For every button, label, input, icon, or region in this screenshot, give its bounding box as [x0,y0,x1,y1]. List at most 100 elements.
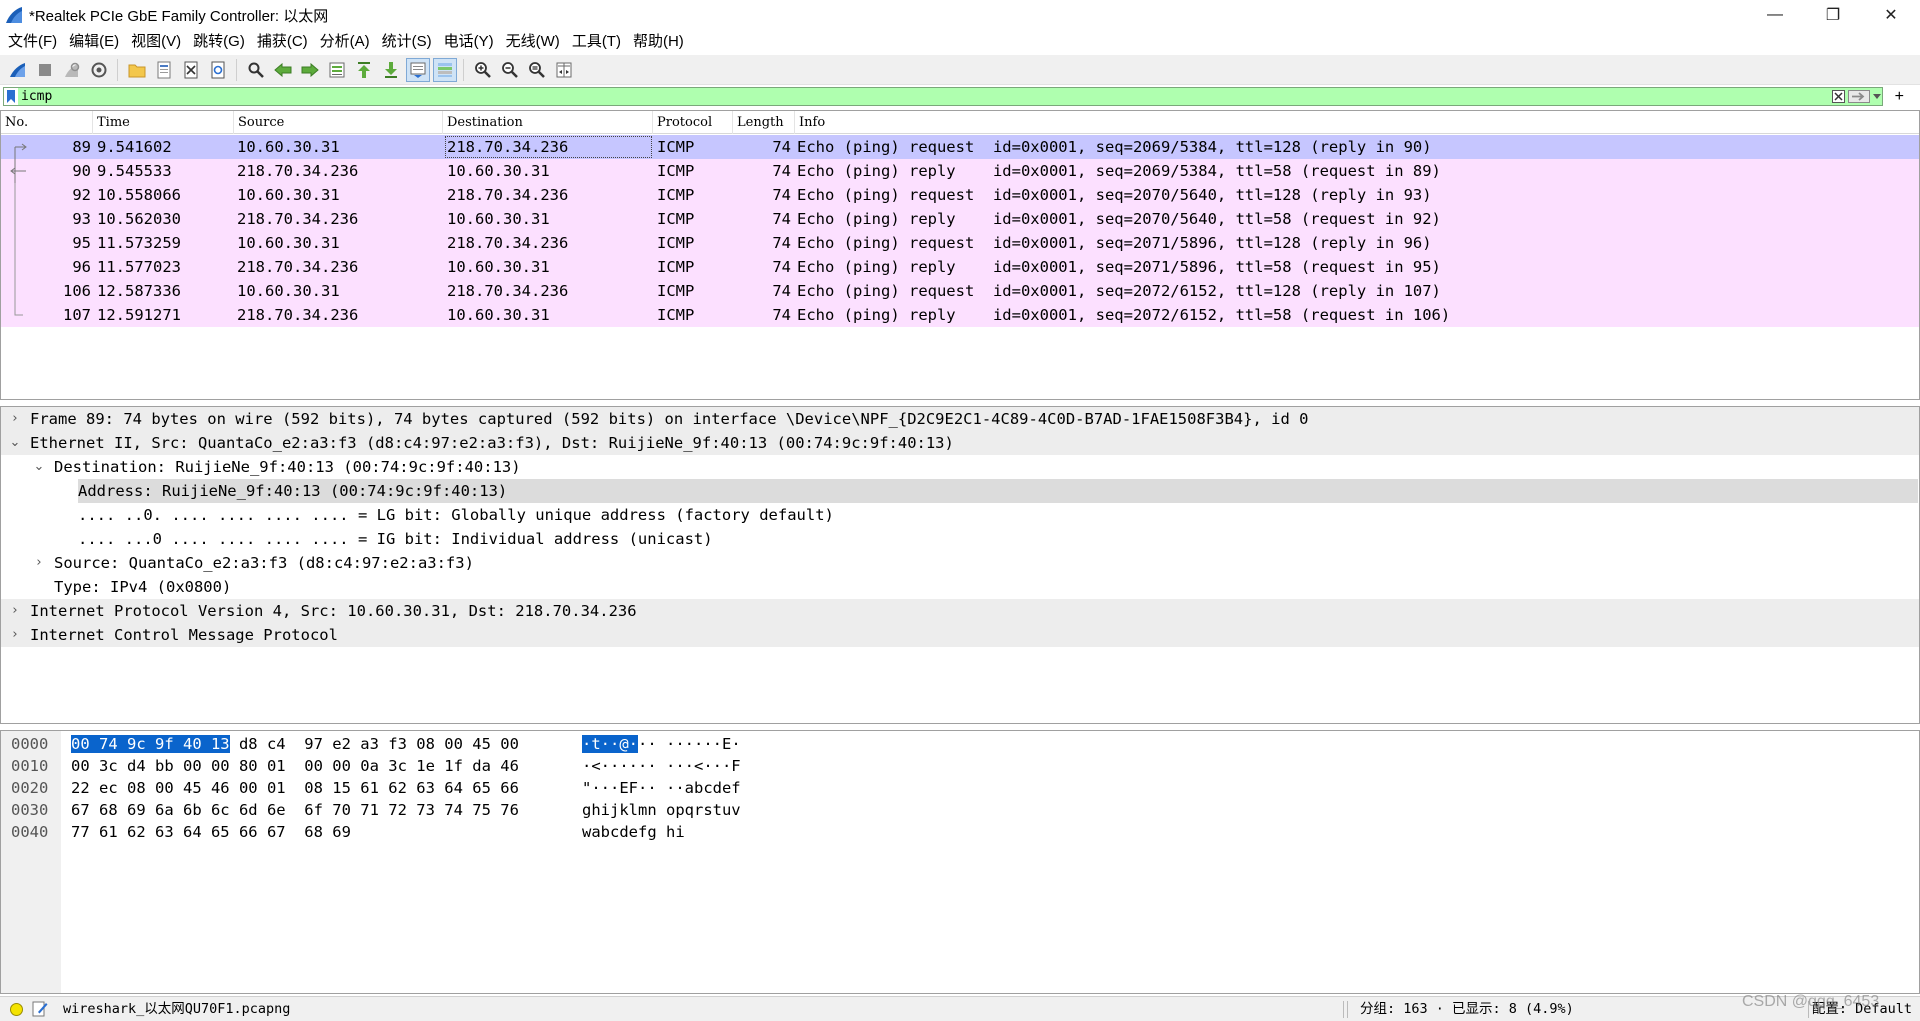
collapse-arrow-icon[interactable]: ⌄ [32,455,46,479]
packet-row[interactable]: 95 11.573259 10.60.30.31 218.70.34.236 I… [1,231,1919,255]
packet-list-pane[interactable]: No. Time Source Destination Protocol Len… [0,110,1920,400]
detail-tree-item-icmp[interactable]: › Internet Control Message Protocol [1,623,1919,647]
shark-start-icon[interactable] [6,58,30,82]
stop-icon[interactable] [33,58,57,82]
expand-arrow-icon[interactable]: › [8,599,22,623]
menu-capture[interactable]: 捕获(C) [251,30,314,54]
main-toolbar [0,55,1920,85]
hex-dump-line[interactable]: 00 3c d4 bb 00 00 80 01 00 00 0a 3c 1e 1… [71,755,519,777]
packet-length: 74 [772,186,791,204]
menu-view[interactable]: 视图(V) [125,30,187,54]
packet-row[interactable]: 93 10.562030 218.70.34.236 10.60.30.31 I… [1,207,1919,231]
detail-tree-item-frame[interactable]: › Frame 89: 74 bytes on wire (592 bits),… [1,407,1919,431]
autoscroll-icon[interactable] [405,57,430,82]
expand-arrow-icon[interactable]: › [8,407,22,431]
restore-button[interactable]: ❐ [1804,0,1862,30]
packet-row[interactable]: 89 9.541602 10.60.30.31 218.70.34.236 IC… [1,135,1919,159]
go-to-packet-icon[interactable] [325,58,349,82]
menu-file[interactable]: 文件(F) [2,30,63,54]
go-forward-icon[interactable] [298,58,322,82]
packet-info: Echo (ping) reply id=0x0001, seq=2070/56… [797,210,1441,228]
colorize-icon[interactable] [432,57,457,82]
menu-help[interactable]: 帮助(H) [627,30,690,54]
close-button[interactable]: ✕ [1862,0,1920,30]
detail-tree-item-lg-bit[interactable]: .... ..0. .... .... .... .... = LG bit: … [1,503,1919,527]
menu-analyze[interactable]: 分析(A) [314,30,376,54]
packet-source: 218.70.34.236 [237,162,359,180]
detail-tree-item-ipv4[interactable]: › Internet Protocol Version 4, Src: 10.6… [1,599,1919,623]
column-header-no[interactable]: No. [1,111,93,134]
capture-file-name[interactable]: wireshark_以太网QU70F1.pcapng [63,997,290,1021]
menu-telephony[interactable]: 电话(Y) [438,30,500,54]
detail-tree-item-destination[interactable]: ⌄ Destination: RuijieNe_9f:40:13 (00:74:… [1,455,1919,479]
resize-columns-icon[interactable] [552,58,576,82]
apply-arrow-icon[interactable] [1848,89,1870,104]
clear-icon[interactable] [1830,89,1846,104]
zoom-out-icon[interactable] [498,58,522,82]
collapse-arrow-icon[interactable]: ⌄ [8,431,22,455]
ascii-dump-line[interactable]: "···EF·· ··abcdef [582,777,741,799]
packet-details-pane[interactable]: › Frame 89: 74 bytes on wire (592 bits),… [0,406,1920,724]
hex-dump-line[interactable]: 67 68 69 6a 6b 6c 6d 6e 6f 70 71 72 73 7… [71,799,519,821]
capture-options-icon[interactable] [87,58,111,82]
normal-size-icon[interactable] [525,58,549,82]
bookmark-icon[interactable] [4,88,18,105]
display-filter-field[interactable] [3,87,1883,106]
menu-wireless[interactable]: 无线(W) [500,30,566,54]
column-header-info[interactable]: Info [795,111,1919,134]
menu-statistics[interactable]: 统计(S) [376,30,438,54]
packet-row[interactable]: 107 12.591271 218.70.34.236 10.60.30.31 … [1,303,1919,327]
ascii-dump-line[interactable]: ·<······ ···<···F [582,755,741,777]
column-header-destination[interactable]: Destination [443,111,653,134]
add-filter-button[interactable]: + [1895,86,1904,108]
close-file-icon[interactable] [179,58,203,82]
column-header-source[interactable]: Source [234,111,443,134]
zoom-in-icon[interactable] [471,58,495,82]
expand-arrow-icon[interactable]: › [32,551,46,575]
packet-row[interactable]: 106 12.587336 10.60.30.31 218.70.34.236 … [1,279,1919,303]
menu-go[interactable]: 跳转(G) [187,30,251,54]
minimize-button[interactable]: — [1746,0,1804,30]
column-header-time[interactable]: Time [93,111,234,134]
last-packet-icon[interactable] [379,58,403,82]
detail-text: .... ..0. .... .... .... .... = LG bit: … [78,506,834,524]
open-folder-icon[interactable] [125,58,149,82]
detail-tree-item-ethernet[interactable]: ⌄ Ethernet II, Src: QuantaCo_e2:a3:f3 (d… [1,431,1919,455]
display-filter-input[interactable] [18,88,1798,105]
ascii-dump-line[interactable]: ·t··@··· ······E· [582,733,741,755]
open-recent-icon[interactable] [152,58,176,82]
reload-icon[interactable] [206,58,230,82]
expand-arrow-icon[interactable]: › [8,623,22,647]
column-header-protocol[interactable]: Protocol [653,111,733,134]
capture-comment-icon[interactable] [32,1000,48,1018]
hex-dump-line[interactable]: 77 61 62 63 64 65 66 67 68 69 [71,821,351,843]
chevron-down-icon[interactable] [1872,89,1882,104]
menu-edit[interactable]: 编辑(E) [63,30,125,54]
first-packet-icon[interactable] [352,58,376,82]
detail-text: Ethernet II, Src: QuantaCo_e2:a3:f3 (d8:… [30,434,954,452]
menu-tools[interactable]: 工具(T) [566,30,627,54]
detail-tree-item-ig-bit[interactable]: .... ...0 .... .... .... .... = IG bit: … [1,527,1919,551]
ascii-dump-line[interactable]: ghijklmn opqrstuv [582,799,741,821]
hex-text: d8 c4 97 e2 a3 f3 08 00 45 00 [229,735,519,753]
packet-row[interactable]: 96 11.577023 218.70.34.236 10.60.30.31 I… [1,255,1919,279]
packet-row[interactable]: 90 9.545533 218.70.34.236 10.60.30.31 IC… [1,159,1919,183]
detail-tree-item-source[interactable]: › Source: QuantaCo_e2:a3:f3 (d8:c4:97:e2… [1,551,1919,575]
detail-tree-item-type[interactable]: Type: IPv4 (0x0800) [1,575,1919,599]
restart-icon[interactable] [60,58,84,82]
packet-row[interactable]: 92 10.558066 10.60.30.31 218.70.34.236 I… [1,183,1919,207]
hex-dump-line[interactable]: 00 74 9c 9f 40 13 d8 c4 97 e2 a3 f3 08 0… [71,733,519,755]
column-header-length[interactable]: Length [733,111,795,134]
packet-no: 89 [72,138,91,156]
find-icon[interactable] [244,58,268,82]
detail-text: .... ...0 .... .... .... .... = IG bit: … [78,530,713,548]
packet-length: 74 [772,258,791,276]
go-back-icon[interactable] [271,58,295,82]
byte-offset: 0020 [11,779,49,797]
hex-dump-line[interactable]: 22 ec 08 00 45 46 00 01 08 15 61 62 63 6… [71,777,519,799]
detail-tree-item-address[interactable]: Address: RuijieNe_9f:40:13 (00:74:9c:9f:… [1,479,1919,503]
packet-bytes-pane[interactable]: 0000 00 74 9c 9f 40 13 d8 c4 97 e2 a3 f3… [0,730,1920,994]
ascii-dump-line[interactable]: wabcdefg hi [582,821,685,843]
ascii-text: ·· ······E· [638,735,741,753]
expert-info-indicator-icon[interactable] [10,1003,23,1016]
